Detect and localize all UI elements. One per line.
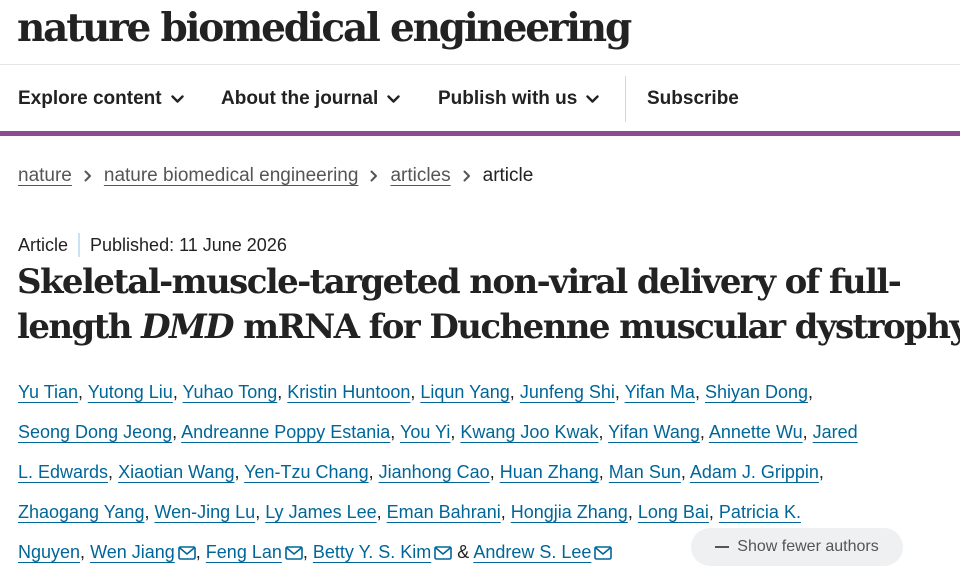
author-link[interactable]: Adam J. Grippin <box>690 462 819 482</box>
nav-subscribe-label: Subscribe <box>647 88 739 109</box>
show-fewer-label: Show fewer authors <box>737 538 879 555</box>
author-link[interactable]: Patricia K. <box>719 502 801 522</box>
nav-explore-content[interactable]: Explore content <box>18 76 184 122</box>
author-link[interactable]: Hongjia Zhang <box>511 502 628 522</box>
author-link[interactable]: Junfeng Shi <box>520 382 615 402</box>
author-link[interactable]: Huan Zhang <box>500 462 599 482</box>
author-link[interactable]: Andreanne Poppy Estania <box>181 422 390 442</box>
chevron-right-icon <box>463 170 471 182</box>
author-link[interactable]: Shiyan Dong <box>705 382 808 402</box>
author-link[interactable]: Betty Y. S. Kim <box>313 542 431 562</box>
meta-divider <box>78 233 81 257</box>
author-link[interactable]: Yen-Tzu Chang <box>244 462 368 482</box>
author-link[interactable]: Yifan Ma <box>625 382 695 402</box>
mail-icon[interactable] <box>434 534 453 574</box>
chevron-right-icon <box>370 170 378 182</box>
ampersand: & <box>457 542 470 562</box>
title-line-2-end: mRNA for Duchenne muscular dystrophy <box>232 307 960 347</box>
title-line-1: Skeletal-muscle-targeted non-viral deliv… <box>17 262 902 302</box>
author-link[interactable]: Wen-Jing Lu <box>154 502 255 522</box>
author-link[interactable]: Feng Lan <box>206 542 282 562</box>
author-link[interactable]: Yutong Liu <box>88 382 173 402</box>
breadcrumb-current: article <box>482 165 534 186</box>
show-fewer-authors-button[interactable]: Show fewer authors <box>691 528 903 566</box>
author-link[interactable]: Annette Wu <box>709 422 803 442</box>
chevron-down-icon <box>387 94 400 104</box>
published-date: Published: 11 June 2026 <box>90 234 287 255</box>
author-link[interactable]: Nguyen <box>18 542 80 562</box>
author-link[interactable]: Zhaogang Yang <box>18 502 144 522</box>
breadcrumb-nature[interactable]: nature <box>18 165 72 187</box>
author-link[interactable]: Wen Jiang <box>90 542 175 562</box>
author-link[interactable]: Ly James Lee <box>265 502 376 522</box>
nav-about-label: About the journal <box>221 88 379 109</box>
mail-icon[interactable] <box>177 534 196 574</box>
author-link[interactable]: Yifan Wang <box>608 422 700 442</box>
breadcrumb-journal[interactable]: nature biomedical engineering <box>104 165 359 187</box>
author-link[interactable]: Seong Dong Jeong <box>18 422 172 442</box>
author-link[interactable]: Andrew S. Lee <box>473 542 591 562</box>
nav-about-journal[interactable]: About the journal <box>221 76 400 122</box>
author-link[interactable]: Long Bai <box>638 502 709 522</box>
author-link[interactable]: Kwang Joo Kwak <box>460 422 598 442</box>
author-row: L. Edwards, Xiaotian Wang, Yen-Tzu Chang… <box>18 462 824 482</box>
main-navigation: Explore content About the journal Publis… <box>0 76 960 122</box>
journal-brand[interactable]: nature biomedical engineering <box>17 4 632 56</box>
author-link[interactable]: Kristin Huntoon <box>287 382 410 402</box>
accent-bar <box>0 131 960 136</box>
nav-explore-label: Explore content <box>18 88 162 109</box>
breadcrumb-articles[interactable]: articles <box>390 165 450 187</box>
author-link[interactable]: You Yi <box>400 422 450 442</box>
article-type: Article <box>18 234 69 255</box>
article-meta: Article Published: 11 June 2026 <box>18 232 287 258</box>
chevron-down-icon <box>586 94 600 104</box>
chevron-down-icon <box>170 94 184 104</box>
author-row: Zhaogang Yang, Wen-Jing Lu, Ly James Lee… <box>18 502 801 522</box>
minus-icon <box>715 546 730 548</box>
author-row: Yu Tian, Yutong Liu, Yuhao Tong, Kristin… <box>18 382 814 402</box>
mail-icon[interactable] <box>594 534 613 574</box>
mail-icon[interactable] <box>285 534 303 574</box>
author-link[interactable]: Yuhao Tong <box>183 382 278 402</box>
author-link[interactable]: L. Edwards <box>18 462 108 482</box>
header-divider <box>0 64 960 65</box>
author-link[interactable]: Man Sun <box>609 462 681 482</box>
author-link[interactable]: Yu Tian <box>18 382 78 402</box>
article-title: Skeletal-muscle-targeted non-viral deliv… <box>17 260 960 350</box>
title-line-2-start: length <box>17 307 142 347</box>
title-line-2: length DMD mRNA for Duchenne muscular dy… <box>17 305 960 350</box>
author-link[interactable]: Xiaotian Wang <box>118 462 234 482</box>
breadcrumb: nature nature biomedical engineering art… <box>18 162 533 190</box>
chevron-right-icon <box>84 170 92 182</box>
nav-divider <box>625 76 626 122</box>
author-link[interactable]: Eman Bahrani <box>387 502 501 522</box>
gene-name: DMD <box>141 307 234 347</box>
author-link[interactable]: Jianhong Cao <box>379 462 490 482</box>
author-link[interactable]: Liqun Yang <box>420 382 509 402</box>
nav-publish-with-us[interactable]: Publish with us <box>438 76 600 122</box>
nav-subscribe[interactable]: Subscribe <box>647 76 739 122</box>
author-row: Seong Dong Jeong, Andreanne Poppy Estani… <box>18 422 858 442</box>
nav-publish-label: Publish with us <box>438 88 578 109</box>
author-link[interactable]: Jared <box>813 422 858 442</box>
